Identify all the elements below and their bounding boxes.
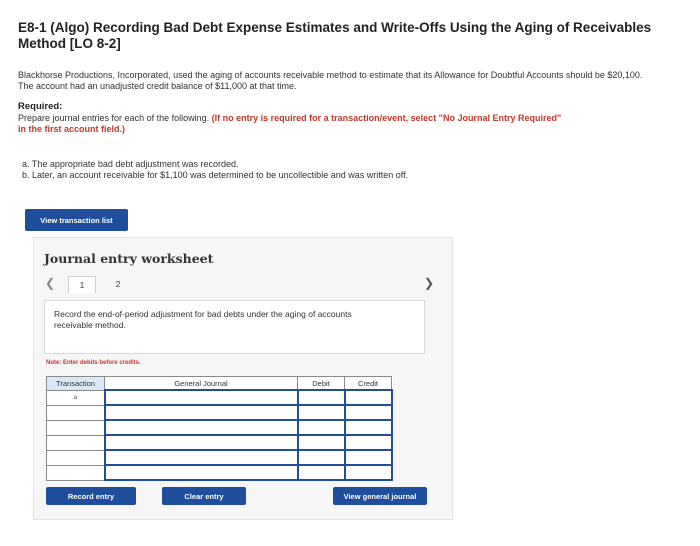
debit-field[interactable] — [296, 419, 346, 436]
table-row — [46, 404, 393, 421]
debits-note: Note: Enter debits before credits. — [46, 360, 141, 366]
transaction-cell — [46, 404, 105, 421]
chevron-left-icon[interactable]: ❮ — [45, 276, 55, 290]
table-row: a — [46, 389, 393, 406]
problem-intro: Blackhorse Productions, Incorporated, us… — [18, 70, 643, 91]
account-field[interactable] — [103, 404, 299, 421]
table-row — [46, 419, 393, 436]
problem-parts: a. The appropriate bad debt adjustment w… — [22, 159, 662, 181]
transaction-cell — [46, 434, 105, 451]
account-field[interactable] — [103, 389, 299, 406]
chevron-right-icon[interactable]: ❯ — [424, 276, 434, 290]
debit-field[interactable] — [296, 434, 346, 451]
worksheet-instruction: Record the end-of-period adjustment for … — [54, 309, 352, 330]
header-transaction: Transaction — [46, 376, 105, 391]
account-field[interactable] — [103, 464, 299, 481]
credit-field[interactable] — [343, 464, 393, 481]
table-row — [46, 434, 393, 451]
part-b: b. Later, an account receivable for $1,1… — [22, 170, 409, 180]
required-text: Prepare journal entries for each of the … — [18, 113, 658, 135]
required-label: Required: — [18, 101, 63, 112]
header-credit: Credit — [344, 376, 392, 391]
transaction-cell — [46, 449, 105, 466]
credit-field[interactable] — [343, 449, 393, 466]
worksheet-instruction-box: Record the end-of-period adjustment for … — [44, 300, 425, 354]
debit-field[interactable] — [296, 464, 346, 481]
account-field[interactable] — [103, 419, 299, 436]
problem-title: E8-1 (Algo) Recording Bad Debt Expense E… — [18, 20, 652, 51]
debit-field[interactable] — [296, 389, 346, 406]
header-debit: Debit — [297, 376, 345, 391]
credit-field[interactable] — [343, 419, 393, 436]
record-entry-button[interactable]: Record entry — [46, 487, 136, 505]
worksheet-title: Journal entry worksheet — [44, 251, 214, 266]
required-warning-tail: in the first account field.) — [18, 124, 126, 134]
transaction-cell — [46, 419, 105, 436]
required-warning: (If no entry is required for a transacti… — [211, 113, 562, 123]
part-a: a. The appropriate bad debt adjustment w… — [22, 159, 239, 169]
credit-field[interactable] — [343, 434, 393, 451]
transaction-cell — [46, 464, 105, 481]
table-row — [46, 449, 393, 466]
required-instruction: Prepare journal entries for each of the … — [18, 113, 210, 123]
tab-1[interactable]: 1 — [68, 276, 96, 293]
tab-2[interactable]: 2 — [108, 276, 128, 292]
view-general-journal-button[interactable]: View general journal — [333, 487, 427, 505]
header-general-journal: General Journal — [104, 376, 298, 391]
journal-table: Transaction General Journal Debit Credit… — [46, 376, 393, 481]
account-field[interactable] — [103, 449, 299, 466]
clear-entry-button[interactable]: Clear entry — [162, 487, 246, 505]
table-row — [46, 464, 393, 481]
transaction-cell: a — [46, 389, 105, 406]
credit-field[interactable] — [343, 389, 393, 406]
debit-field[interactable] — [296, 404, 346, 421]
debit-field[interactable] — [296, 449, 346, 466]
credit-field[interactable] — [343, 404, 393, 421]
view-transaction-list-button[interactable]: View transaction list — [25, 209, 128, 231]
account-field[interactable] — [103, 434, 299, 451]
